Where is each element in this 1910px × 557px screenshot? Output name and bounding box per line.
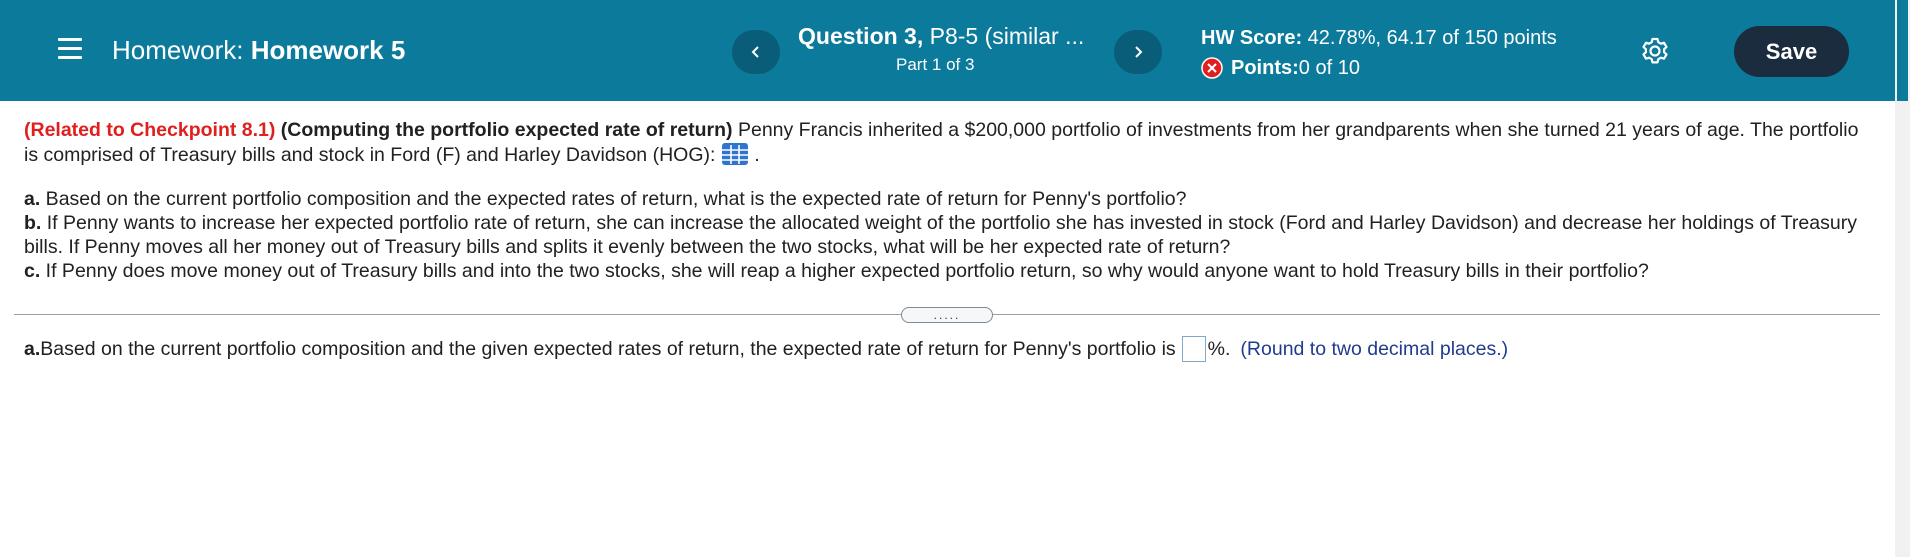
- points-label: Points:: [1231, 57, 1299, 79]
- expand-collapse-button[interactable]: .....: [901, 307, 993, 323]
- hw-score: HW Score: 42.78%, 64.17 of 150 points: [1201, 24, 1557, 52]
- question-part: Part 1 of 3: [896, 55, 975, 74]
- question-id: P8-5 (similar ...: [923, 23, 1085, 49]
- homework-title: Homework: Homework 5: [112, 35, 405, 65]
- answer-row: a. Based on the current portfolio compos…: [24, 336, 1508, 362]
- answer-label: a.: [24, 338, 41, 360]
- scrollbar-thumb[interactable]: [1897, 0, 1908, 101]
- save-button[interactable]: Save: [1734, 26, 1849, 77]
- question-intro: (Related to Checkpoint 8.1) (Computing t…: [24, 118, 1864, 167]
- part-a: a. Based on the current portfolio compos…: [24, 187, 1864, 211]
- part-c: c. If Penny does move money out of Treas…: [24, 259, 1864, 283]
- part-a-label: a.: [24, 188, 41, 210]
- top-bar: Homework: Homework 5 Question 3, P8-5 (s…: [0, 0, 1895, 101]
- answer-text: Based on the current portfolio compositi…: [40, 338, 1176, 360]
- rounding-hint: (Round to two decimal places.): [1240, 338, 1509, 360]
- answer-unit: %.: [1207, 338, 1231, 360]
- question-title: Question 3, P8-5 (similar ...: [798, 22, 1098, 50]
- expand-dots: .....: [933, 308, 961, 322]
- part-b: b. If Penny wants to increase her expect…: [24, 211, 1864, 259]
- hw-score-value: 42.78%, 64.17 of 150 points: [1302, 27, 1557, 49]
- chevron-right-icon: [1135, 46, 1143, 58]
- question-topic: (Computing the portfolio expected rate o…: [280, 119, 733, 141]
- question-indicator: Question 3, P8-5 (similar ... Part 1 of …: [798, 22, 1098, 76]
- x-circle-icon: [1201, 57, 1223, 79]
- points-row: Points: 0 of 10: [1201, 54, 1557, 82]
- score-panel: HW Score: 42.78%, 64.17 of 150 points Po…: [1201, 24, 1557, 82]
- hamburger-menu-icon[interactable]: [58, 38, 82, 60]
- part-b-text: If Penny wants to increase her expected …: [24, 212, 1857, 258]
- data-table-icon[interactable]: [721, 142, 749, 166]
- next-question-button[interactable]: [1114, 30, 1162, 74]
- related-checkpoint: (Related to Checkpoint 8.1): [24, 119, 276, 141]
- points-value: 0 of 10: [1298, 57, 1360, 79]
- scrollbar[interactable]: [1895, 0, 1910, 557]
- hw-score-label: HW Score:: [1201, 27, 1303, 49]
- homework-label: Homework:: [112, 35, 244, 65]
- part-c-text: If Penny does move money out of Treasury…: [40, 260, 1649, 282]
- chevron-left-icon: [751, 46, 759, 58]
- expected-return-input[interactable]: [1181, 336, 1206, 362]
- gear-icon[interactable]: [1640, 36, 1670, 66]
- part-b-label: b.: [24, 212, 42, 234]
- question-intro-end: .: [754, 144, 760, 166]
- question-parts: a. Based on the current portfolio compos…: [24, 187, 1864, 283]
- homework-name: Homework 5: [250, 35, 406, 65]
- part-a-text: Based on the current portfolio compositi…: [40, 188, 1187, 210]
- question-content: (Related to Checkpoint 8.1) (Computing t…: [24, 118, 1864, 283]
- question-number: Question 3,: [798, 23, 924, 49]
- previous-question-button[interactable]: [732, 30, 780, 74]
- part-c-label: c.: [24, 260, 41, 282]
